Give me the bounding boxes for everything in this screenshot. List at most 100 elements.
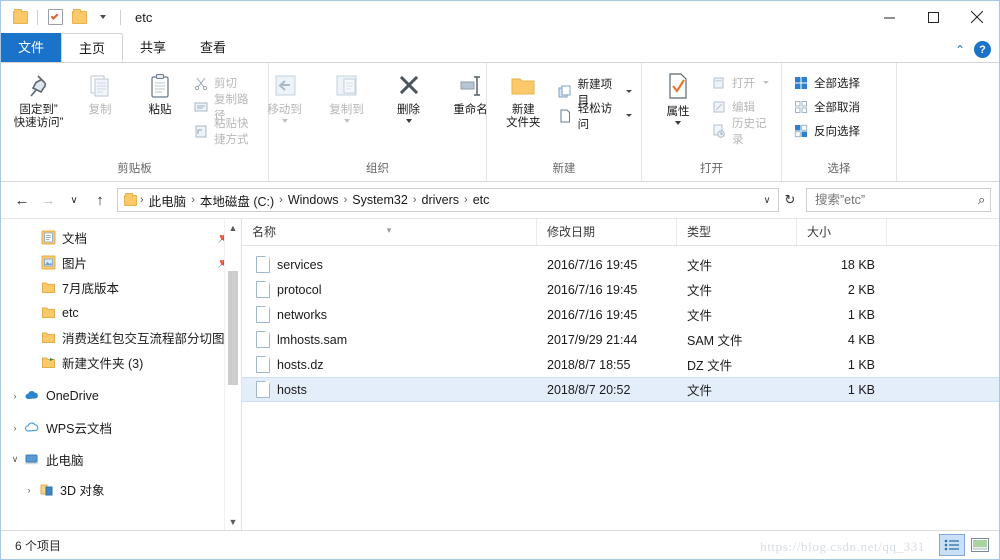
history-icon [711, 123, 727, 139]
nav-item-folder-redpacket[interactable]: 消费送红包交互流程部分切图 [1, 325, 241, 350]
search-box[interactable]: ⌕ [806, 188, 991, 212]
ribbon-group-open: 属性 打开 编辑 [642, 63, 782, 181]
search-icon[interactable]: ⌕ [978, 192, 985, 208]
properties-button[interactable]: 属性 [648, 69, 708, 127]
breadcrumb-item[interactable]: etc [469, 193, 494, 207]
expander-chevron-right-icon[interactable]: › [21, 485, 37, 495]
nav-item-pictures[interactable]: 图片 📌 [1, 250, 241, 275]
nav-item-onedrive[interactable]: › OneDrive [1, 383, 241, 408]
nav-item-wps-cloud[interactable]: › WPS云文档 [1, 415, 241, 440]
cut-label: 剪切 [214, 75, 237, 91]
paste-button[interactable]: 粘贴 [130, 69, 190, 119]
table-row[interactable]: networks 2016/7/16 19:45 文件 1 KB [242, 302, 999, 327]
table-row[interactable]: hosts 2018/8/7 20:52 文件 1 KB [242, 377, 999, 402]
scrollbar-thumb[interactable] [228, 271, 238, 385]
chevron-down-icon[interactable] [626, 114, 632, 117]
search-input[interactable] [813, 192, 978, 208]
pin-to-quick-access-button[interactable]: 固定到” 快速访问” [7, 69, 70, 132]
up-button[interactable]: ↑ [87, 187, 113, 213]
file-icon [256, 356, 270, 373]
file-date-cell: 2017/9/29 21:44 [537, 333, 677, 347]
nav-item-documents[interactable]: 文档 📌 [1, 225, 241, 250]
ribbon-group-clipboard: 固定到” 快速访问” 复制 [1, 63, 269, 181]
copy-to-button[interactable]: 复制到 [317, 69, 377, 125]
address-bar[interactable]: › 此电脑 › 本地磁盘 (C:) › Windows › System32 ›… [117, 188, 779, 212]
file-size-cell: 1 KB [797, 358, 887, 372]
select-none-icon [793, 99, 809, 115]
table-row[interactable]: protocol 2016/7/16 19:45 文件 2 KB [242, 277, 999, 302]
collapse-ribbon-icon[interactable]: ⌃ [955, 43, 965, 57]
select-none-button[interactable]: 全部取消 [790, 96, 863, 117]
maximize-button[interactable] [911, 1, 955, 33]
help-icon[interactable]: ? [974, 41, 991, 58]
delete-button[interactable]: 删除 [379, 69, 439, 125]
copy-button[interactable]: 复制 [70, 69, 130, 119]
expander-chevron-down-icon[interactable]: ∨ [7, 454, 23, 465]
tab-view[interactable]: 查看 [183, 33, 243, 62]
chevron-down-icon[interactable] [282, 119, 288, 123]
folder-icon[interactable] [68, 6, 90, 28]
forward-button[interactable]: → [35, 187, 61, 213]
large-icons-view-button[interactable] [967, 534, 993, 556]
invert-selection-button[interactable]: 反向选择 [790, 120, 863, 141]
navigation-tree: 文档 📌 图片 📌 7月底版本 [1, 219, 241, 502]
column-header-type[interactable]: 类型 [677, 219, 797, 245]
chevron-down-icon[interactable] [344, 119, 350, 123]
file-name-cell: services [242, 256, 537, 273]
quick-access-toolbar [1, 6, 125, 28]
tab-home[interactable]: 主页 [61, 33, 123, 62]
chevron-down-icon[interactable] [626, 90, 632, 93]
column-header-name[interactable]: 名称 ▾ [242, 219, 537, 245]
open-icon [711, 75, 727, 91]
table-row[interactable]: lmhosts.sam 2017/9/29 21:44 SAM 文件 4 KB [242, 327, 999, 352]
table-row[interactable]: hosts.dz 2018/8/7 18:55 DZ 文件 1 KB [242, 352, 999, 377]
select-all-button[interactable]: 全部选择 [790, 72, 863, 93]
scroll-up-arrow-icon[interactable]: ▲ [225, 219, 241, 236]
navigation-pane-scrollbar[interactable]: ▲ ▼ [224, 219, 241, 530]
checkbox-properties-icon[interactable] [44, 6, 66, 28]
breadcrumb-item[interactable]: drivers [418, 193, 464, 207]
nav-item-folder-new3[interactable]: 新建文件夹 (3) [1, 350, 241, 375]
tab-share[interactable]: 共享 [123, 33, 183, 62]
chevron-down-icon[interactable] [763, 81, 769, 84]
paste-shortcut-button[interactable]: 粘贴快捷方式 [190, 120, 262, 141]
close-button[interactable] [955, 1, 999, 33]
invert-selection-label: 反向选择 [814, 123, 860, 139]
back-button[interactable]: ← [9, 187, 35, 213]
nav-item-this-pc[interactable]: ∨ 此电脑 [1, 447, 241, 472]
nav-item-label: 新建文件夹 (3) [62, 353, 143, 372]
expander-chevron-right-icon[interactable]: › [7, 423, 23, 433]
file-icon [256, 306, 270, 323]
nav-item-folder-etc[interactable]: etc [1, 300, 241, 325]
refresh-button[interactable]: ↻ [779, 192, 801, 208]
expander-chevron-right-icon[interactable]: › [7, 391, 23, 401]
pin-label-line1: 固定到” [19, 104, 57, 117]
easy-access-button[interactable]: 轻松访问 [554, 105, 635, 126]
scroll-down-arrow-icon[interactable]: ▼ [225, 513, 241, 530]
breadcrumb-item[interactable]: Windows [284, 193, 343, 207]
easy-access-icon [557, 108, 573, 124]
folder-icon[interactable] [9, 6, 31, 28]
move-to-button[interactable]: 移动到 [255, 69, 315, 125]
details-view-button[interactable] [939, 534, 965, 556]
customize-caret-icon[interactable] [92, 6, 114, 28]
chevron-down-icon[interactable] [675, 121, 681, 125]
minimize-button[interactable] [867, 1, 911, 33]
table-row[interactable]: services 2016/7/16 19:45 文件 18 KB [242, 252, 999, 277]
chevron-down-icon[interactable]: ∨ [758, 195, 776, 206]
tab-file[interactable]: 文件 [1, 33, 61, 62]
open-button[interactable]: 打开 [708, 72, 775, 93]
history-button[interactable]: 历史记录 [708, 120, 775, 141]
nav-item-3d-objects[interactable]: › 3D 对象 [1, 477, 241, 502]
nav-item-label: 消费送红包交互流程部分切图 [62, 328, 225, 347]
breadcrumb-item[interactable]: 本地磁盘 (C:) [196, 191, 278, 210]
breadcrumb-item[interactable]: 此电脑 [145, 191, 191, 210]
breadcrumb-item[interactable]: System32 [348, 193, 412, 207]
column-header-date[interactable]: 修改日期 [537, 219, 677, 245]
chevron-down-icon[interactable] [406, 119, 412, 123]
column-header-size[interactable]: 大小 [797, 219, 887, 245]
new-folder-button[interactable]: 新建 文件夹 [493, 69, 554, 132]
recent-locations-button[interactable]: ∨ [61, 187, 87, 213]
breadcrumb: › 此电脑 › 本地磁盘 (C:) › Windows › System32 ›… [139, 191, 758, 210]
nav-item-folder-july[interactable]: 7月底版本 [1, 275, 241, 300]
